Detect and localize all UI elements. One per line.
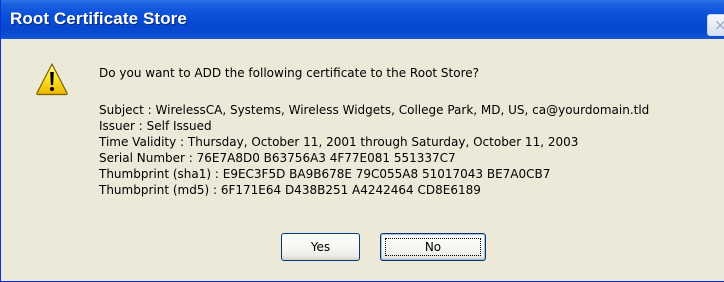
close-icon: × <box>714 15 724 35</box>
yes-button[interactable]: Yes <box>281 233 360 261</box>
thumbprint-md5-line: Thumbprint (md5) : 6F171E64 D438B251 A42… <box>99 183 481 197</box>
time-validity-line: Time Validity : Thursday, October 11, 20… <box>99 135 579 149</box>
no-button[interactable]: No <box>380 233 486 261</box>
thumbprint-sha1-line: Thumbprint (sha1) : E9EC3F5D BA9B678E 79… <box>99 167 551 181</box>
issuer-line: Issuer : Self Issued <box>99 119 212 133</box>
no-button-label: No <box>424 240 442 254</box>
subject-line: Subject : WirelessCA, Systems, Wireless … <box>99 103 650 117</box>
confirm-question: Do you want to ADD the following certifi… <box>99 66 480 80</box>
close-button[interactable]: × <box>707 14 724 36</box>
certificate-dialog: Root Certificate Store × Do you want to … <box>0 0 724 282</box>
warning-icon <box>36 63 68 96</box>
serial-number-line: Serial Number : 76E7A8D0 B63756A3 4F77E0… <box>99 151 456 165</box>
title-bar[interactable]: Root Certificate Store × <box>1 0 724 39</box>
window-title: Root Certificate Store <box>10 9 187 28</box>
yes-button-label: Yes <box>310 240 331 254</box>
